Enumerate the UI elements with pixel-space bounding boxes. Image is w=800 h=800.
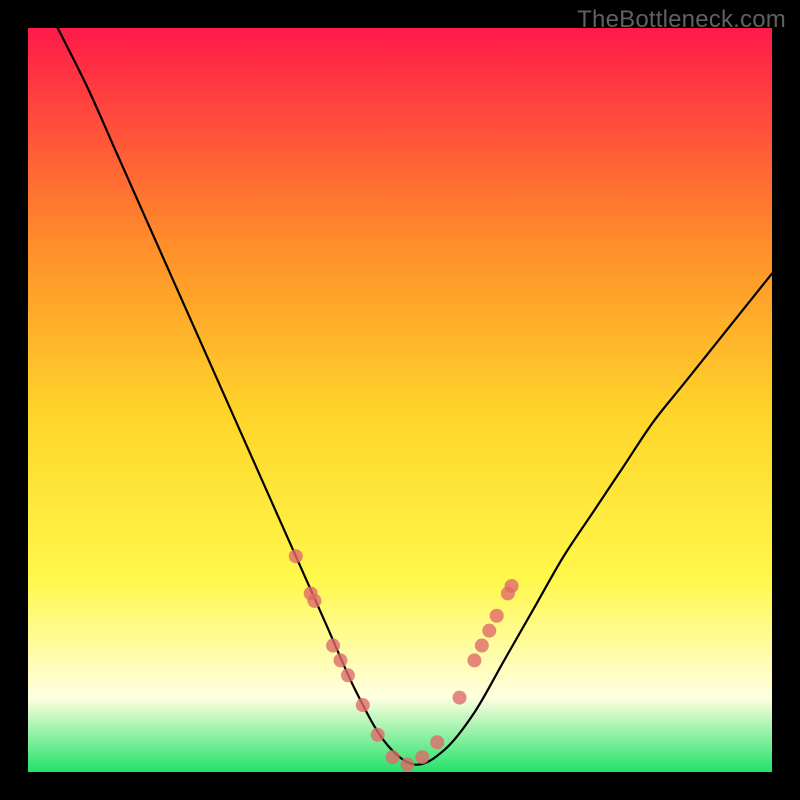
marker-dot (453, 691, 467, 705)
chart-frame: TheBottleneck.com (0, 0, 800, 800)
marker-dot (356, 698, 370, 712)
marker-dot (289, 549, 303, 563)
marker-dot (430, 735, 444, 749)
marker-dot (400, 758, 414, 772)
marker-dot (482, 624, 496, 638)
marker-dot (371, 728, 385, 742)
marker-dot (467, 653, 481, 667)
marker-dot (490, 609, 504, 623)
marker-dot (475, 639, 489, 653)
bottleneck-chart (28, 28, 772, 772)
marker-dot (333, 653, 347, 667)
marker-dot (505, 579, 519, 593)
gradient-background (28, 28, 772, 772)
marker-dot (326, 639, 340, 653)
watermark-text: TheBottleneck.com (577, 6, 786, 34)
marker-dot (307, 594, 321, 608)
marker-dot (341, 668, 355, 682)
marker-dot (386, 750, 400, 764)
marker-dot (415, 750, 429, 764)
